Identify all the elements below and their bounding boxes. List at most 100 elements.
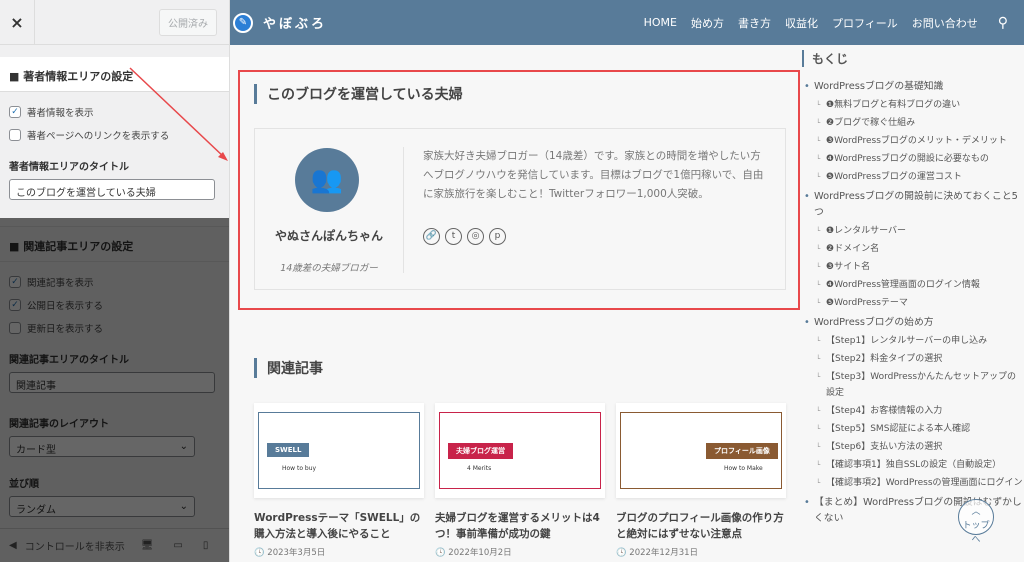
toc-item[interactable]: ❺WordPressブログの運営コスト [802, 169, 1024, 185]
pencil-icon[interactable]: ✎ [233, 12, 253, 33]
toc-section[interactable]: WordPressブログの始め方 [802, 315, 1024, 331]
author-box-title: このブログを運営している夫婦 [254, 84, 798, 104]
toc-item[interactable]: ❷ドメイン名 [802, 241, 1024, 257]
nav-writing[interactable]: 書き方 [738, 15, 771, 31]
pinterest-icon[interactable]: p [489, 228, 506, 245]
collapse-icon[interactable]: ◀ [9, 540, 17, 551]
related-title-input[interactable]: 関連記事 [9, 372, 215, 393]
nav-contact[interactable]: お問い合わせ [912, 15, 978, 31]
toc-title: もくじ [802, 50, 1024, 67]
show-related-checkbox[interactable]: ✓ 関連記事を表示 [9, 270, 220, 293]
toc-item[interactable]: 【Step3】WordPressかんたんセットアップの設定 [802, 369, 1024, 401]
layout-select[interactable]: カード型 ⌄ [9, 436, 195, 457]
show-updated-checkbox[interactable]: 更新日を表示する [9, 316, 220, 339]
toc-item[interactable]: ❹WordPress管理画面のログイン情報 [802, 277, 1024, 293]
toc-item[interactable]: 【確認事項2】WordPressの管理画面にログイン [802, 475, 1024, 491]
author-section-title: ■ 著者情報エリアの設定 [0, 57, 229, 92]
post-title[interactable]: ブログのプロフィール画像の作り方と絶対にはずせない注意点 [616, 510, 786, 542]
thumb-tag: 夫婦ブログ運営 [448, 443, 513, 459]
checkbox-label: 著者ページへのリンクを表示する [27, 130, 170, 142]
post-date: 🕓 2022年10月2日 [435, 548, 512, 558]
checkbox-label: 関連記事を表示 [27, 277, 94, 289]
related-post[interactable]: SWELL How to buy WordPressテーマ「SWELL」の購入方法… [254, 403, 424, 558]
table-of-contents: もくじ WordPressブログの基礎知識 ❶無料ブログと有料ブログの違い ❷ブログ… [802, 50, 1024, 527]
toc-section[interactable]: WordPressブログの開設前に決めておくこと5つ [802, 189, 1024, 221]
thumb-sub: How to buy [282, 465, 317, 472]
toc-item[interactable]: ❹WordPressブログの開設に必要なもの [802, 151, 1024, 167]
thumb-sub: How to Make [724, 465, 763, 472]
toc-item[interactable]: 【確認事項1】独自SSLの設定（自動設定） [802, 457, 1024, 473]
thumb-tag: プロフィール画像 [706, 443, 778, 459]
nav-start[interactable]: 始め方 [691, 15, 724, 31]
checkbox-label: 公開日を表示する [27, 300, 104, 312]
twitter-icon[interactable]: t [445, 228, 462, 245]
site-header: ✎ やぼぶろ HOME 始め方 書き方 収益化 プロフィール お問い合わせ ⚲ [230, 0, 1024, 45]
search-icon[interactable]: ⚲ [998, 15, 1008, 31]
toc-item[interactable]: ❷ブログで稼ぐ仕組み [802, 115, 1024, 131]
toc-item[interactable]: 【Step6】支払い方法の選択 [802, 439, 1024, 455]
related-post[interactable]: 夫婦ブログ運営 4 Merits 夫婦ブログを運営するメリットは4つ！事前準備が成… [435, 403, 605, 558]
author-section-title-text: 著者情報エリアの設定 [23, 70, 134, 83]
toc-item[interactable]: 【Step2】料金タイプの選択 [802, 351, 1024, 367]
toc-item[interactable]: ❸WordPressブログのメリット・デメリット [802, 133, 1024, 149]
customizer-panel: × 公開済み ■ 著者情報エリアの設定 ✓ 著者情報を表示 著者ページへのリンクを… [0, 0, 230, 562]
author-title-input[interactable]: このブログを運営している夫婦 [9, 179, 215, 200]
customizer-footer: ◀ コントロールを非表示 🖥 ▭ ▯ [0, 528, 229, 562]
site-preview: ✎ やぼぶろ HOME 始め方 書き方 収益化 プロフィール お問い合わせ ⚲ … [230, 0, 1024, 562]
back-to-top-button[interactable]: ︿ トップへ [958, 499, 994, 545]
toc-item[interactable]: 【Step5】SMS認証による本人確認 [802, 421, 1024, 437]
order-value: ランダム [16, 505, 56, 516]
show-published-checkbox[interactable]: ✓ 公開日を表示する [9, 293, 220, 316]
instagram-icon[interactable]: ◎ [467, 228, 484, 245]
layout-value: カード型 [16, 445, 56, 456]
nav-profile[interactable]: プロフィール [832, 15, 898, 31]
post-date: 🕓 2023年3月5日 [254, 548, 326, 558]
layout-label: 関連記事のレイアウト [9, 419, 109, 430]
back-to-top-label: トップへ [962, 521, 990, 545]
toc-item[interactable]: ❺WordPressテーマ [802, 295, 1024, 311]
author-box-highlight: このブログを運営している夫婦 👥 やぬさんぽんちゃん 14歳差の夫婦ブロガー 家… [238, 70, 800, 310]
checkbox-label: 更新日を表示する [27, 323, 104, 335]
related-section-title-text: 関連記事エリアの設定 [23, 240, 134, 253]
hide-controls-button[interactable]: コントロールを非表示 [25, 538, 125, 553]
toc-item[interactable]: ❶無料ブログと有料ブログの違い [802, 97, 1024, 113]
toc-section[interactable]: WordPressブログの基礎知識 [802, 79, 1024, 95]
author-title-label: 著者情報エリアのタイトル [9, 162, 129, 173]
nav-home[interactable]: HOME [644, 16, 677, 29]
post-date: 🕓 2022年12月31日 [616, 548, 699, 558]
related-title: 関連記事 [254, 358, 323, 378]
toc-item[interactable]: 【Step4】お客様情報の入力 [802, 403, 1024, 419]
toc-item[interactable]: ❶レンタルサーバー [802, 223, 1024, 239]
order-select[interactable]: ランダム ⌄ [9, 496, 195, 517]
publish-button[interactable]: 公開済み [159, 8, 217, 36]
author-card: 👥 やぬさんぽんちゃん 14歳差の夫婦ブロガー 家族大好き夫婦ブロガー（14歳差… [254, 128, 786, 290]
show-author-link-checkbox[interactable]: 著者ページへのリンクを表示する [9, 123, 220, 146]
site-logo[interactable]: やぼぶろ [263, 13, 327, 32]
chevron-up-icon: ︿ [971, 507, 981, 517]
nav-monetize[interactable]: 収益化 [785, 15, 818, 31]
desktop-preview-icon[interactable]: 🖥 [141, 540, 154, 551]
link-icon[interactable]: 🔗 [423, 228, 440, 245]
related-section-title: ■ 関連記事エリアの設定 [0, 227, 229, 262]
checkbox-label: 著者情報を表示 [27, 107, 94, 119]
main-nav: HOME 始め方 書き方 収益化 プロフィール お問い合わせ ⚲ [644, 15, 1008, 31]
post-title[interactable]: WordPressテーマ「SWELL」の購入方法と導入後にやること [254, 510, 424, 542]
close-button[interactable]: × [0, 0, 35, 45]
avatar: 👥 [295, 148, 359, 212]
mobile-preview-icon[interactable]: ▯ [203, 540, 209, 551]
related-title-label: 関連記事エリアのタイトル [9, 355, 129, 366]
author-name[interactable]: やぬさんぽんちゃん [263, 227, 395, 244]
toc-item[interactable]: 【Step1】レンタルサーバーの申し込み [802, 333, 1024, 349]
chevron-down-icon: ⌄ [179, 501, 188, 512]
author-subtitle: 14歳差の夫婦ブロガー [280, 263, 378, 274]
related-post[interactable]: プロフィール画像 How to Make ブログのプロフィール画像の作り方と絶対に… [616, 403, 786, 558]
thumb-tag: SWELL [267, 443, 310, 457]
post-title[interactable]: 夫婦ブログを運営するメリットは4つ！事前準備が成功の鍵 [435, 510, 605, 542]
order-label: 並び順 [9, 479, 39, 490]
show-author-checkbox[interactable]: ✓ 著者情報を表示 [9, 100, 220, 123]
thumb-sub: 4 Merits [467, 465, 492, 472]
tablet-preview-icon[interactable]: ▭ [173, 540, 182, 551]
toc-item[interactable]: ❸サイト名 [802, 259, 1024, 275]
chevron-down-icon: ⌄ [179, 441, 188, 452]
author-description: 家族大好き夫婦ブロガー（14歳差）です。家族との時間を増やしたい方へブログノウハ… [423, 150, 764, 200]
